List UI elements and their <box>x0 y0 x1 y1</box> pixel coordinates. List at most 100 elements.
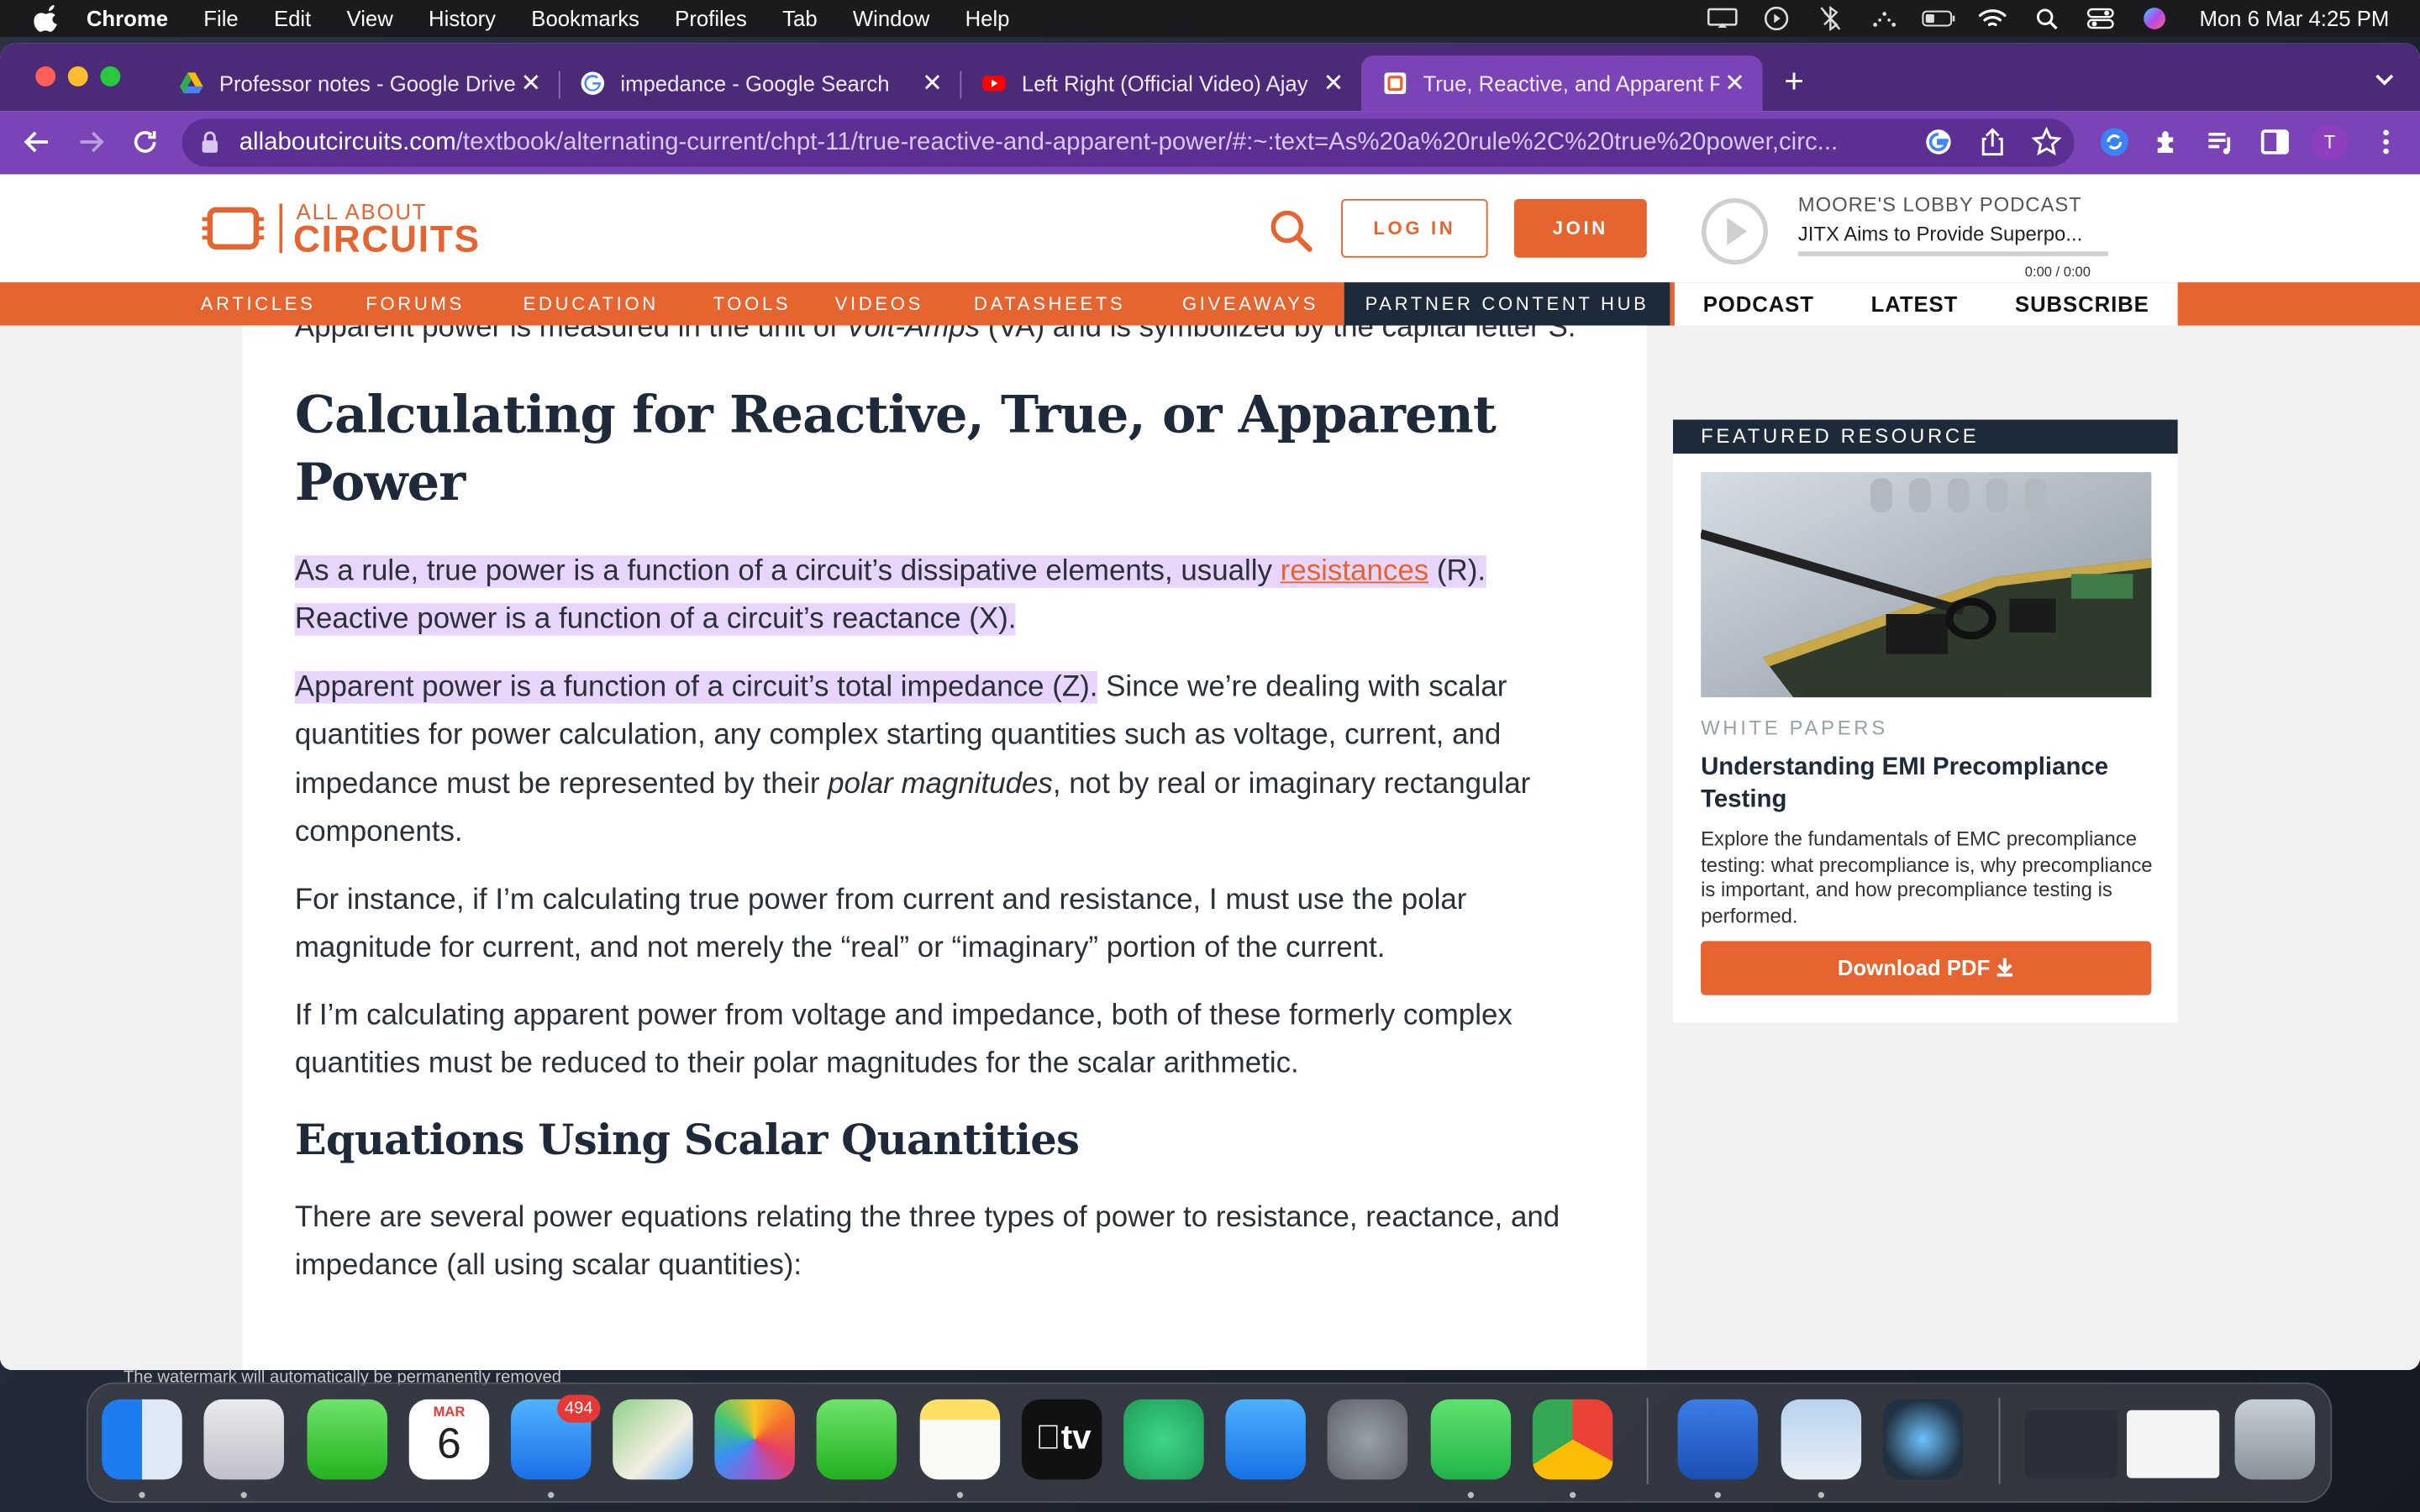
dock-recent-window-2[interactable] <box>2127 1410 2220 1478</box>
media-play-icon[interactable] <box>1760 6 1793 31</box>
dock-word-icon[interactable] <box>1677 1399 1759 1480</box>
side-panel-icon[interactable] <box>2260 127 2291 158</box>
dock-recent-window-1[interactable] <box>2024 1410 2118 1478</box>
nav-tools[interactable]: TOOLS <box>713 282 792 325</box>
podcast-time: 0:00 / 0:00 <box>2024 264 2091 280</box>
apple-icon[interactable] <box>34 5 61 33</box>
extensions-puzzle-icon[interactable] <box>2151 127 2182 158</box>
chrome-window: Professor notes - Google Drive ✕ impedan… <box>0 43 2420 1371</box>
activity-icon[interactable] <box>1868 6 1902 30</box>
spotlight-search-icon[interactable] <box>2029 6 2063 30</box>
dock-quicktime-player-icon[interactable] <box>1882 1399 1964 1480</box>
nav-videos[interactable]: VIDEOS <box>835 282 923 325</box>
tab-google-search[interactable]: impedance - Google Search ✕ <box>559 55 960 111</box>
dock-preview-icon[interactable] <box>1781 1399 1862 1480</box>
new-tab-button[interactable]: + <box>1784 61 1804 102</box>
podcast-progress-bar[interactable] <box>1797 251 2108 256</box>
article-body: Apparent power is measured in the unit o… <box>242 325 1647 1371</box>
tab-all-about-circuits[interactable]: True, Reactive, and Apparent P ✕ <box>1361 55 1763 112</box>
nav-forums[interactable]: FORUMS <box>366 282 465 325</box>
close-window-button[interactable] <box>35 66 56 87</box>
circuit-board-image[interactable] <box>1701 472 2152 698</box>
menu-bookmarks[interactable]: Bookmarks <box>531 6 639 30</box>
site-logo[interactable]: ALL ABOUT CIRCUITS <box>201 199 487 260</box>
podcast-episode[interactable]: JITX Aims to Provide Superpo... <box>1798 222 2082 245</box>
menu-app-name[interactable]: Chrome <box>87 6 168 30</box>
dock-chrome-icon[interactable] <box>1532 1399 1613 1480</box>
reload-icon[interactable] <box>129 127 160 158</box>
profile-avatar[interactable]: T <box>2312 124 2348 161</box>
featured-description: Explore the fundamentals of EMC precompl… <box>1701 827 2153 927</box>
control-center-icon[interactable] <box>2084 6 2118 30</box>
google-lens-icon[interactable] <box>1923 127 1954 158</box>
nav-giveaways[interactable]: GIVEAWAYS <box>1182 282 1318 325</box>
url-text[interactable]: allaboutcircuits.com/textbook/alternatin… <box>239 129 1907 157</box>
tv-label: tv <box>1035 1417 1091 1457</box>
menu-help[interactable]: Help <box>965 6 1010 30</box>
dock-whatsapp-icon[interactable] <box>1430 1399 1512 1480</box>
menu-file[interactable]: File <box>203 6 238 30</box>
close-tab-icon[interactable]: ✕ <box>1318 68 1349 99</box>
dock-trash-icon[interactable] <box>2234 1399 2316 1480</box>
nav-partner-content-hub[interactable]: PARTNER CONTENT HUB <box>1344 282 1670 326</box>
dock-photos-icon[interactable] <box>714 1399 795 1480</box>
bluetooth-off-icon[interactable] <box>1813 6 1847 31</box>
menu-view[interactable]: View <box>347 6 393 30</box>
tab-google-drive[interactable]: Professor notes - Google Drive ✕ <box>157 55 559 111</box>
nav-education[interactable]: EDUCATION <box>523 282 659 325</box>
screen-mirror-icon[interactable] <box>1706 6 1739 30</box>
nav-datasheets[interactable]: DATASHEETS <box>974 282 1125 325</box>
search-icon[interactable] <box>1269 208 1315 255</box>
battery-icon[interactable] <box>1922 6 1955 30</box>
media-queue-icon[interactable] <box>2206 127 2237 158</box>
running-indicator <box>240 1492 247 1499</box>
menubar-clock[interactable]: Mon 6 Mar 4:25 PM <box>2199 6 2389 30</box>
close-tab-icon[interactable]: ✕ <box>515 68 546 99</box>
extension-sync-icon[interactable] <box>2099 127 2130 158</box>
close-tab-icon[interactable]: ✕ <box>917 68 948 99</box>
featured-title[interactable]: Understanding EMI Precompliance Testing <box>1701 751 2156 816</box>
back-arrow-icon[interactable] <box>22 127 53 158</box>
podtab-subscribe[interactable]: SUBSCRIBE <box>2015 291 2149 316</box>
close-tab-icon[interactable]: ✕ <box>1719 68 1750 99</box>
download-icon <box>1997 958 2013 977</box>
menu-window[interactable]: Window <box>853 6 929 30</box>
featured-resource-card: FEATURED RESOURCE WHITE PAPERS Understan… <box>1673 419 2178 1023</box>
menu-edit[interactable]: Edit <box>274 6 311 30</box>
zoom-window-button[interactable] <box>100 66 121 87</box>
share-icon[interactable] <box>1977 127 2008 158</box>
tab-search-chevron-icon[interactable] <box>2374 68 2396 90</box>
page-scrollbar[interactable] <box>2404 325 2420 1371</box>
forward-arrow-icon[interactable] <box>76 127 107 158</box>
lock-icon[interactable] <box>201 131 219 153</box>
menu-history[interactable]: History <box>429 6 496 30</box>
tab-youtube[interactable]: Left Right (Official Video) Ajay ✕ <box>960 55 1361 111</box>
web-page: ALL ABOUT CIRCUITS LOG IN JOIN MOORE'S L… <box>0 174 2420 1371</box>
dock-finder-icon[interactable] <box>102 1399 182 1480</box>
dock-find-my-icon[interactable] <box>1123 1399 1204 1480</box>
dock-system-preferences-icon[interactable] <box>1327 1399 1408 1480</box>
siri-icon[interactable] <box>2138 6 2171 30</box>
podtab-podcast[interactable]: PODCAST <box>1703 291 1814 316</box>
wifi-icon[interactable] <box>1975 6 2009 30</box>
chrome-menu-icon[interactable] <box>2370 127 2402 158</box>
address-bar[interactable]: allaboutcircuits.com/textbook/alternatin… <box>182 118 2075 167</box>
menu-profiles[interactable]: Profiles <box>675 6 747 30</box>
login-button[interactable]: LOG IN <box>1341 198 1488 258</box>
resistances-link[interactable]: resistances <box>1281 554 1429 587</box>
bookmark-star-icon[interactable] <box>2031 126 2062 158</box>
dock-app-store-icon[interactable] <box>1225 1399 1306 1480</box>
dock-notes-icon[interactable] <box>919 1399 1001 1480</box>
menu-tab[interactable]: Tab <box>782 6 817 30</box>
podcast-play-icon[interactable] <box>1701 197 1769 265</box>
join-button[interactable]: JOIN <box>1513 198 1647 258</box>
minimize-window-button[interactable] <box>67 66 88 87</box>
podtab-latest[interactable]: LATEST <box>1871 291 1959 316</box>
dock-messages-icon[interactable] <box>307 1399 388 1480</box>
nav-articles[interactable]: ARTICLES <box>201 282 316 325</box>
dock-facetime-icon[interactable] <box>816 1399 897 1480</box>
running-indicator <box>1467 1492 1475 1499</box>
dock-launchpad-icon[interactable] <box>203 1399 284 1480</box>
download-pdf-button[interactable]: Download PDF <box>1701 941 2152 995</box>
dock-maps-icon[interactable] <box>613 1399 693 1480</box>
